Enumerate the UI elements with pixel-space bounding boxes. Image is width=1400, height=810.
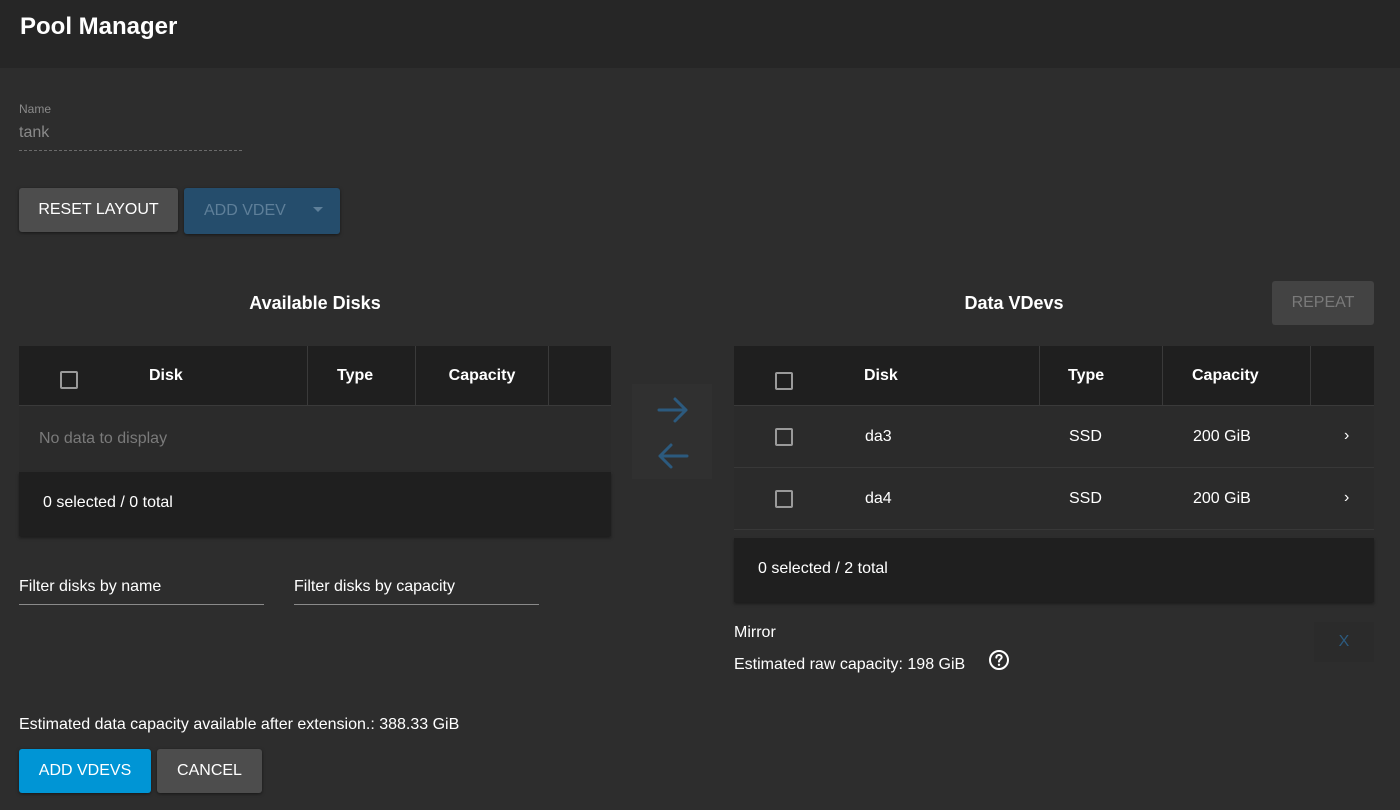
add-vdev-dropdown-button[interactable]: ADD VDEV bbox=[184, 188, 340, 234]
table-header: Disk Type Capacity bbox=[19, 346, 611, 406]
row-spacer bbox=[734, 530, 1374, 538]
data-vdevs-table: Disk Type Capacity da3 SSD 200 GiB › da4… bbox=[734, 346, 1374, 602]
column-divider bbox=[307, 346, 308, 406]
column-divider bbox=[548, 346, 549, 406]
table-footer: 0 selected / 0 total bbox=[19, 472, 611, 536]
page-header: Pool Manager bbox=[0, 0, 1400, 68]
column-divider bbox=[1039, 346, 1040, 406]
disk-name: da3 bbox=[865, 428, 892, 445]
table-header: Disk Type Capacity bbox=[734, 346, 1374, 406]
selection-count: 0 selected / 0 total bbox=[43, 494, 173, 511]
column-disk[interactable]: Disk bbox=[149, 346, 183, 406]
transfer-controls bbox=[632, 384, 712, 479]
page-title: Pool Manager bbox=[20, 13, 178, 40]
row-checkbox[interactable] bbox=[775, 428, 793, 446]
name-field[interactable]: tank bbox=[19, 124, 49, 142]
table-row[interactable]: da3 SSD 200 GiB › bbox=[734, 406, 1374, 468]
disk-type: SSD bbox=[1069, 428, 1102, 445]
data-vdevs-title: Data VDevs bbox=[964, 293, 1064, 313]
column-capacity[interactable]: Capacity bbox=[417, 346, 547, 406]
estimated-capacity-text: Estimated data capacity available after … bbox=[19, 716, 460, 733]
reset-layout-button[interactable]: RESET LAYOUT bbox=[19, 188, 178, 232]
input-underline bbox=[294, 604, 539, 605]
arrow-left-icon[interactable] bbox=[656, 442, 690, 470]
name-underline bbox=[19, 150, 242, 151]
table-row[interactable]: da4 SSD 200 GiB › bbox=[734, 468, 1374, 530]
name-label: Name bbox=[19, 102, 52, 116]
filter-by-capacity-input[interactable]: Filter disks by capacity bbox=[294, 578, 539, 605]
filter-by-name-input[interactable]: Filter disks by name bbox=[19, 578, 264, 605]
repeat-button[interactable]: REPEAT bbox=[1272, 281, 1374, 325]
column-divider bbox=[1162, 346, 1163, 406]
add-vdevs-button[interactable]: ADD VDEVS bbox=[19, 749, 151, 793]
column-type[interactable]: Type bbox=[337, 346, 373, 406]
column-divider bbox=[415, 346, 416, 406]
remove-vdev-button[interactable]: X bbox=[1314, 622, 1374, 662]
row-checkbox[interactable] bbox=[775, 490, 793, 508]
help-circle-icon[interactable] bbox=[988, 649, 1010, 671]
cancel-button[interactable]: CANCEL bbox=[157, 749, 262, 793]
filter-capacity-placeholder: Filter disks by capacity bbox=[294, 578, 455, 595]
column-divider bbox=[1310, 346, 1311, 406]
input-underline bbox=[19, 604, 264, 605]
disk-type: SSD bbox=[1069, 490, 1102, 507]
empty-state-text: No data to display bbox=[39, 430, 168, 447]
raw-capacity-text: Estimated raw capacity: 198 GiB bbox=[734, 656, 966, 673]
arrow-right-icon[interactable] bbox=[656, 396, 690, 424]
column-capacity[interactable]: Capacity bbox=[1192, 346, 1259, 406]
disk-capacity: 200 GiB bbox=[1193, 428, 1251, 445]
empty-state-row: No data to display bbox=[19, 406, 611, 472]
disk-name: da4 bbox=[865, 490, 892, 507]
chevron-right-icon[interactable]: › bbox=[1344, 427, 1349, 445]
column-disk[interactable]: Disk bbox=[864, 346, 898, 406]
caret-down-icon bbox=[313, 207, 323, 212]
vdev-layout-label: Mirror bbox=[734, 624, 776, 641]
available-disks-table: Disk Type Capacity No data to display 0 … bbox=[19, 346, 611, 536]
column-type[interactable]: Type bbox=[1068, 346, 1104, 406]
add-vdev-label: ADD VDEV bbox=[204, 202, 286, 219]
select-all-checkbox[interactable] bbox=[775, 372, 793, 390]
disk-capacity: 200 GiB bbox=[1193, 490, 1251, 507]
table-footer: 0 selected / 2 total bbox=[734, 538, 1374, 602]
chevron-right-icon[interactable]: › bbox=[1344, 489, 1349, 507]
select-all-checkbox[interactable] bbox=[60, 371, 78, 389]
available-disks-title: Available Disks bbox=[249, 293, 381, 313]
pool-manager-page: Pool Manager Name tank RESET LAYOUT ADD … bbox=[0, 0, 1400, 810]
selection-count: 0 selected / 2 total bbox=[758, 560, 888, 577]
filter-name-placeholder: Filter disks by name bbox=[19, 578, 162, 595]
